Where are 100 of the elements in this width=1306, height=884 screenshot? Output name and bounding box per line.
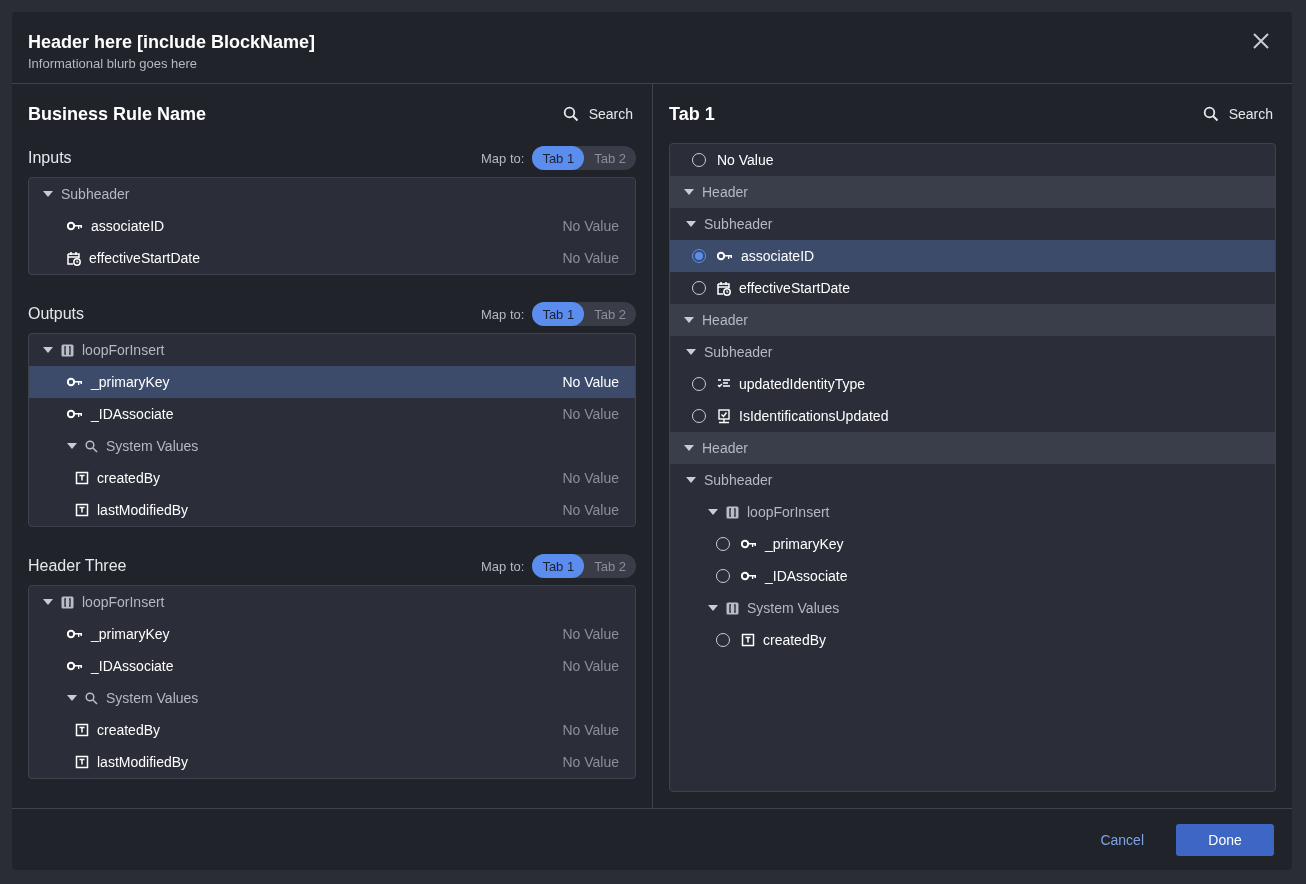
value-label: No Value bbox=[562, 502, 619, 518]
text-field-icon bbox=[75, 723, 89, 737]
map-to-label: Map to: bbox=[481, 150, 525, 166]
done-button[interactable]: Done bbox=[1176, 823, 1274, 856]
key-icon bbox=[67, 629, 83, 639]
key-icon bbox=[67, 221, 83, 231]
bracket-box-icon bbox=[726, 505, 739, 519]
field-name: _IDAssociate bbox=[91, 406, 174, 422]
group-label: Subheader bbox=[61, 186, 130, 202]
field-name: _primaryKey bbox=[91, 374, 170, 390]
value-label: No Value bbox=[562, 218, 619, 234]
field-name: associateID bbox=[741, 248, 815, 264]
tree-row[interactable]: createdBy bbox=[670, 624, 1275, 656]
group-label: loopForInsert bbox=[82, 342, 165, 358]
search-icon bbox=[85, 439, 98, 453]
tree-row[interactable]: _IDAssociate No Value bbox=[29, 398, 635, 430]
tree-row[interactable]: _IDAssociate bbox=[670, 560, 1275, 592]
field-name: No Value bbox=[717, 152, 774, 168]
field-name: effectiveStartDate bbox=[89, 250, 201, 266]
panel-title: Business Rule Name bbox=[28, 103, 207, 125]
tab-option[interactable]: Tab 1 bbox=[532, 302, 585, 326]
tree-row[interactable]: updatedIdentityType bbox=[670, 368, 1275, 400]
tree-row[interactable]: lastModifiedBy No Value bbox=[29, 494, 635, 526]
tab-option[interactable]: Tab 1 bbox=[532, 146, 585, 170]
caret-icon[interactable] bbox=[708, 507, 718, 517]
group-label: Subheader bbox=[704, 344, 773, 360]
field-name: createdBy bbox=[97, 722, 161, 738]
field-name: associateID bbox=[91, 218, 165, 234]
section-title: Outputs bbox=[28, 305, 85, 323]
tree-row[interactable]: createdBy No Value bbox=[29, 462, 635, 494]
caret-icon[interactable] bbox=[686, 347, 696, 357]
map-to-label: Map to: bbox=[481, 558, 525, 574]
field-name: lastModifiedBy bbox=[97, 502, 189, 518]
field-name: _IDAssociate bbox=[91, 658, 174, 674]
text-field-icon bbox=[75, 471, 89, 485]
field-name: updatedIdentityType bbox=[739, 376, 866, 392]
tree-row[interactable]: associateID bbox=[670, 240, 1275, 272]
cancel-link[interactable]: Cancel bbox=[1100, 831, 1144, 848]
caret-icon[interactable] bbox=[686, 219, 696, 229]
text-field-icon bbox=[741, 633, 755, 647]
map-to-label: Map to: bbox=[481, 306, 525, 322]
section-title: Header Three bbox=[28, 557, 127, 575]
field-name: _IDAssociate bbox=[765, 568, 848, 584]
tree-row[interactable]: effectiveStartDate bbox=[670, 272, 1275, 304]
key-icon bbox=[717, 251, 733, 261]
group-label: Subheader bbox=[704, 472, 773, 488]
caret-icon[interactable] bbox=[67, 441, 77, 451]
tree-row[interactable]: lastModifiedBy No Value bbox=[29, 746, 635, 778]
calendar-clock-icon bbox=[717, 280, 731, 296]
tree-row[interactable]: _primaryKey No Value bbox=[29, 366, 635, 398]
caret-icon[interactable] bbox=[684, 187, 694, 197]
tree-row[interactable]: effectiveStartDate No Value bbox=[29, 242, 635, 274]
calendar-clock-icon bbox=[67, 250, 81, 266]
caret-icon[interactable] bbox=[684, 443, 694, 453]
search-icon bbox=[85, 691, 98, 705]
caret-icon[interactable] bbox=[43, 189, 53, 199]
search-icon bbox=[1202, 106, 1219, 122]
tab-option[interactable]: Tab 1 bbox=[532, 554, 585, 578]
caret-icon[interactable] bbox=[686, 475, 696, 485]
caret-icon[interactable] bbox=[67, 693, 77, 703]
field-name: lastModifiedBy bbox=[97, 754, 189, 770]
bracket-box-icon bbox=[726, 601, 739, 615]
value-label: No Value bbox=[562, 470, 619, 486]
group-label: Header bbox=[702, 440, 748, 456]
text-field-icon bbox=[75, 503, 89, 517]
caret-icon[interactable] bbox=[684, 315, 694, 325]
field-name: _primaryKey bbox=[91, 626, 170, 642]
search-icon bbox=[562, 106, 579, 122]
dialog-subtitle: Informational blurb goes here bbox=[28, 56, 199, 71]
tree-row[interactable]: No Value bbox=[670, 144, 1275, 176]
section-title: Inputs bbox=[28, 149, 72, 167]
group-label: Subheader bbox=[704, 216, 773, 232]
tree-row[interactable]: createdBy No Value bbox=[29, 714, 635, 746]
tree-row[interactable]: _primaryKey bbox=[670, 528, 1275, 560]
value-label: No Value bbox=[562, 406, 619, 422]
bracket-box-icon bbox=[61, 595, 74, 609]
panel-title: Tab 1 bbox=[669, 103, 715, 125]
group-label: Header bbox=[702, 184, 748, 200]
dialog-title: Header here [include BlockName] bbox=[28, 32, 316, 53]
group-label: System Values bbox=[747, 600, 840, 616]
tree-row[interactable]: _IDAssociate No Value bbox=[29, 650, 635, 682]
tree-row[interactable]: IsIdentificationsUpdated bbox=[670, 400, 1275, 432]
group-label: loopForInsert bbox=[747, 504, 830, 520]
bracket-box-icon bbox=[61, 343, 74, 357]
checkbox-monitor-icon bbox=[717, 408, 731, 424]
search-button[interactable]: Search bbox=[562, 106, 633, 122]
close-icon[interactable] bbox=[1252, 32, 1270, 50]
search-button[interactable]: Search bbox=[1202, 106, 1273, 122]
tree-row[interactable]: associateID No Value bbox=[29, 210, 635, 242]
field-name: IsIdentificationsUpdated bbox=[739, 408, 889, 424]
key-icon bbox=[741, 539, 757, 549]
field-name: createdBy bbox=[97, 470, 161, 486]
tree-row[interactable]: _primaryKey No Value bbox=[29, 618, 635, 650]
value-label: No Value bbox=[562, 658, 619, 674]
caret-icon[interactable] bbox=[43, 597, 53, 607]
field-name: effectiveStartDate bbox=[739, 280, 851, 296]
key-icon bbox=[67, 661, 83, 671]
caret-icon[interactable] bbox=[708, 603, 718, 613]
caret-icon[interactable] bbox=[43, 345, 53, 355]
group-label: loopForInsert bbox=[82, 594, 165, 610]
